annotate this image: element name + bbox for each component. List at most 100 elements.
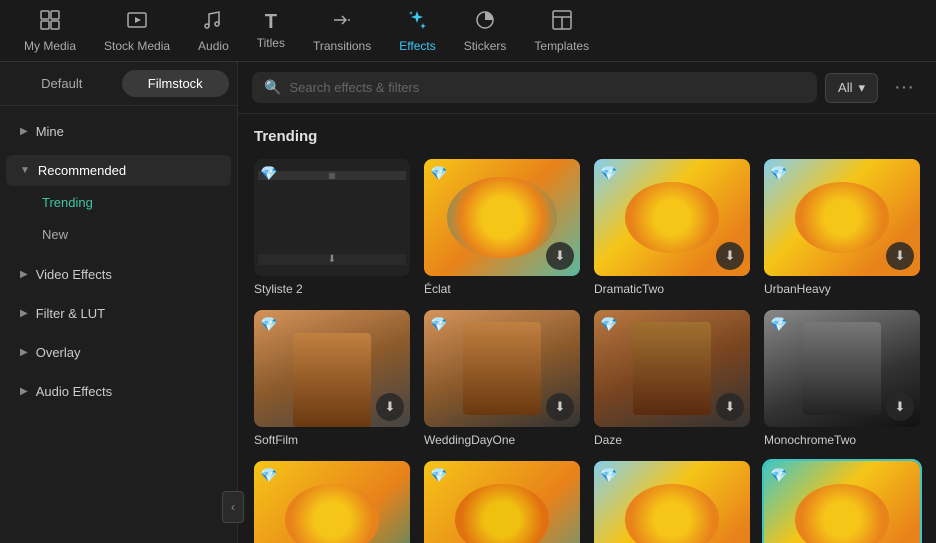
nav-item-templates[interactable]: Templates xyxy=(520,1,603,61)
titles-icon: T xyxy=(265,12,277,32)
effect-name: SoftFilm xyxy=(254,433,410,447)
effect-card-eclat[interactable]: 💎 ⬇ Éclat xyxy=(424,159,580,296)
download-button[interactable]: ⬇ xyxy=(716,242,744,270)
nav-item-my-media[interactable]: My Media xyxy=(10,1,90,61)
content-area: 🔍 All ▾ ··· Trending ▦ xyxy=(238,62,936,543)
sidebar-item-trending[interactable]: Trending xyxy=(6,187,231,218)
gem-badge: 💎 xyxy=(260,165,277,182)
nav-item-stock-media[interactable]: Stock Media xyxy=(90,1,184,61)
nav-label-transitions: Transitions xyxy=(313,39,371,53)
section-label-filter-lut: Filter & LUT xyxy=(36,306,105,321)
section-label-overlay: Overlay xyxy=(36,345,81,360)
effect-card-softfilm[interactable]: 💎 ⬇ SoftFilm xyxy=(254,310,410,447)
effect-card-weddingdayone[interactable]: 💎 ⬇ WeddingDayOne xyxy=(424,310,580,447)
section-header-recommended[interactable]: ▼ Recommended xyxy=(6,155,231,186)
chevron-overlay: ▶ xyxy=(20,347,28,358)
effect-card-directionblur[interactable]: 💎 ⬇ Direction blur xyxy=(764,461,920,543)
tab-default[interactable]: Default xyxy=(8,70,116,97)
download-button[interactable]: ⬇ xyxy=(376,393,404,421)
section-label-mine: Mine xyxy=(36,124,64,139)
chevron-mine: ▶ xyxy=(20,126,28,137)
nav-item-effects[interactable]: Effects xyxy=(385,1,449,61)
gem-badge: 💎 xyxy=(260,467,277,484)
download-button[interactable]: ⬇ xyxy=(886,393,914,421)
effect-name: DramaticTwo xyxy=(594,282,750,296)
nav-label-audio: Audio xyxy=(198,39,229,53)
nav-label-stickers: Stickers xyxy=(464,39,507,53)
effect-card-daze[interactable]: 💎 ⬇ Daze xyxy=(594,310,750,447)
effect-card-styliste2[interactable]: ▦ ⬇ 💎 Styliste 2 xyxy=(254,159,410,296)
gem-badge: 💎 xyxy=(770,165,787,182)
section-video-effects: ▶ Video Effects xyxy=(0,255,237,294)
filter-label: All xyxy=(838,80,852,95)
search-input[interactable] xyxy=(289,80,805,95)
section-header-audio-effects[interactable]: ▶ Audio Effects xyxy=(6,376,231,407)
tab-filmstock[interactable]: Filmstock xyxy=(122,70,230,97)
nav-item-titles[interactable]: T Titles xyxy=(243,4,299,58)
gem-badge: 💎 xyxy=(430,316,447,333)
effects-scroll[interactable]: Trending ▦ ⬇ 💎 Styliste 2 xyxy=(238,114,936,543)
section-title: Trending xyxy=(254,128,920,145)
section-label-video-effects: Video Effects xyxy=(36,267,112,282)
more-options-button[interactable]: ··· xyxy=(886,72,922,103)
download-button[interactable]: ⬇ xyxy=(716,393,744,421)
filter-chevron-icon: ▾ xyxy=(858,80,865,96)
filter-button[interactable]: All ▾ xyxy=(825,73,878,103)
download-button[interactable]: ⬇ xyxy=(546,393,574,421)
stock-media-icon xyxy=(126,9,148,35)
section-header-video-effects[interactable]: ▶ Video Effects xyxy=(6,259,231,290)
gem-badge: 💎 xyxy=(260,316,277,333)
audio-icon xyxy=(202,9,224,35)
section-audio-effects: ▶ Audio Effects xyxy=(0,372,237,411)
section-overlay: ▶ Overlay xyxy=(0,333,237,372)
download-button[interactable]: ⬇ xyxy=(546,242,574,270)
section-label-recommended: Recommended xyxy=(38,163,126,178)
gem-badge: 💎 xyxy=(600,467,617,484)
sidebar-item-new[interactable]: New xyxy=(6,219,231,250)
download-button[interactable]: ⬇ xyxy=(886,242,914,270)
templates-icon xyxy=(551,9,573,35)
effect-card-monochometwo[interactable]: 💎 ⬇ MonochromeTwo xyxy=(764,310,920,447)
nav-item-stickers[interactable]: Stickers xyxy=(450,1,521,61)
section-label-audio-effects: Audio Effects xyxy=(36,384,112,399)
effect-name: Daze xyxy=(594,433,750,447)
nav-label-templates: Templates xyxy=(534,39,589,53)
transitions-icon xyxy=(331,9,353,35)
section-recommended: ▼ Recommended Trending New xyxy=(0,151,237,255)
nav-label-stock-media: Stock Media xyxy=(104,39,170,53)
section-header-filter-lut[interactable]: ▶ Filter & LUT xyxy=(6,298,231,329)
effect-name: MonochromeTwo xyxy=(764,433,920,447)
chevron-recommended: ▼ xyxy=(20,165,30,176)
effect-card-dramatic[interactable]: 💎 ⬇ Dramatic xyxy=(424,461,580,543)
my-media-icon xyxy=(39,9,61,35)
effect-card-urbanhigh[interactable]: 💎 ⬇ UrbanHigh xyxy=(594,461,750,543)
sidebar-collapse-button[interactable]: ‹ xyxy=(222,491,244,523)
stickers-icon xyxy=(474,9,496,35)
section-header-mine[interactable]: ▶ Mine xyxy=(6,116,231,147)
section-filter-lut: ▶ Filter & LUT xyxy=(0,294,237,333)
effects-grid: ▦ ⬇ 💎 Styliste 2 💎 xyxy=(254,159,920,543)
effect-name: UrbanHeavy xyxy=(764,282,920,296)
chevron-video-effects: ▶ xyxy=(20,269,28,280)
nav-item-audio[interactable]: Audio xyxy=(184,1,243,61)
main-body: Default Filmstock ▶ Mine ▼ Recommended T… xyxy=(0,62,936,543)
gem-badge: 💎 xyxy=(770,467,787,484)
gem-badge: 💎 xyxy=(600,165,617,182)
search-icon: 🔍 xyxy=(264,79,281,96)
effect-name: WeddingDayOne xyxy=(424,433,580,447)
effect-name: Éclat xyxy=(424,282,580,296)
chevron-audio-effects: ▶ xyxy=(20,386,28,397)
nav-label-my-media: My Media xyxy=(24,39,76,53)
section-header-overlay[interactable]: ▶ Overlay xyxy=(6,337,231,368)
search-bar: 🔍 All ▾ ··· xyxy=(238,62,936,114)
nav-item-transitions[interactable]: Transitions xyxy=(299,1,385,61)
effects-icon xyxy=(406,9,428,35)
effect-card-contrasttwo[interactable]: 💎 ⬇ ContrastTwo xyxy=(254,461,410,543)
effect-name: Styliste 2 xyxy=(254,282,410,296)
nav-label-effects: Effects xyxy=(399,39,435,53)
gem-badge: 💎 xyxy=(600,316,617,333)
gem-badge: 💎 xyxy=(430,467,447,484)
effect-card-dramatictwo[interactable]: 💎 ⬇ DramaticTwo xyxy=(594,159,750,296)
effect-card-urbanheavy[interactable]: 💎 ⬇ UrbanHeavy xyxy=(764,159,920,296)
search-input-wrap[interactable]: 🔍 xyxy=(252,72,817,103)
